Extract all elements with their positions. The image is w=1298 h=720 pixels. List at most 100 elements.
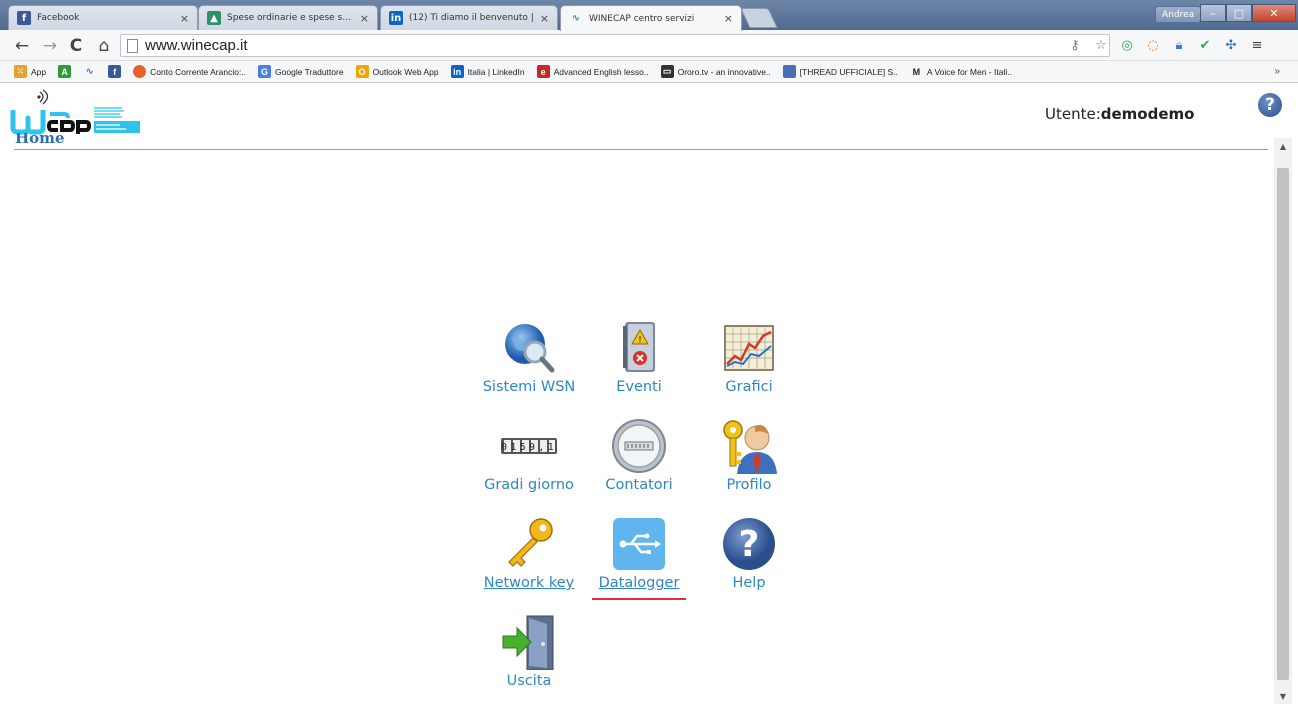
facebook-icon: f [108,65,122,78]
power-ext-icon[interactable]: ◌ [1144,36,1162,54]
close-icon[interactable]: × [360,12,369,25]
e-letter-icon: e [536,65,550,78]
bookmark-a[interactable]: A [58,65,72,78]
window-controls: – □ ✕ [1200,4,1296,22]
map-icon: ▲ [207,11,221,25]
bookmark-label: Outlook Web App [372,66,439,77]
menu-sistemi-wsn[interactable]: Sistemi WSN [474,320,584,395]
menu-label: Gradi giorno [484,477,574,493]
a-letter-icon: A [58,65,72,78]
winecap-logo [10,89,140,135]
close-window-button[interactable]: ✕ [1252,4,1296,22]
bookmark-label: [THREAD UFFICIALE] S.. [799,66,898,77]
active-underline [592,598,686,600]
page-content: Utente:demodemo ? Home ▲ ▼ Sistemi WSN !… [0,84,1298,720]
outlook-icon: O [355,65,369,78]
home-icon[interactable]: ⌂ [94,36,114,56]
scroll-thumb[interactable] [1277,168,1289,680]
tab-spese[interactable]: ▲ Spese ordinarie e spese stra × [198,5,378,30]
key-icon [508,518,553,567]
bookmark-thread[interactable]: [THREAD UFFICIALE] S.. [782,65,898,78]
bookmark-label: A Voice for Men - Itali.. [926,66,1012,77]
tab-linkedin[interactable]: in (12) Ti diamo il benvenuto | × [380,5,558,30]
close-icon[interactable]: × [540,12,549,25]
breadcrumb-home[interactable]: Home [15,133,65,147]
menu-eventi[interactable]: ! Eventi [584,320,694,395]
menu-label: Uscita [506,673,552,689]
bookmark-facebook[interactable]: f [108,65,122,78]
bug-ext-icon[interactable]: ✣ [1222,36,1240,54]
globe-search-icon [505,324,555,373]
refresh-ext-icon[interactable]: ◎ [1118,36,1136,54]
bookmark-label: Ororo.tv - an innovative.. [677,66,771,77]
menu-icon[interactable]: ≡ [1248,36,1266,54]
menu-label: Contatori [605,477,673,493]
browser-toolbar: ← → C ⌂ www.winecap.it ⚷ ☆ ◎ ◌ 🔒︎ ✔ ✣ ≡ [0,30,1298,61]
bookmark-pulse[interactable]: ∿ [83,65,96,78]
close-icon[interactable]: × [724,12,733,25]
bookmark-translate[interactable]: G Google Traduttore [258,65,344,78]
help-icon: ? [723,518,775,570]
minimize-button[interactable]: – [1200,4,1226,22]
browser-titlebar: f Facebook × ▲ Spese ordinarie e spese s… [0,0,1298,31]
bookmark-outlook[interactable]: O Outlook Web App [355,65,439,78]
user-label: Utente: [1045,105,1101,123]
key-icon[interactable]: ⚷ [1066,36,1084,54]
odometer-digits: 0159,1 [501,442,557,453]
apps-grid-icon: ⁙ [14,65,27,78]
bookmark-ororo[interactable]: ▭ Ororo.tv - an innovative.. [660,65,771,78]
bookmark-english[interactable]: e Advanced English lesso.. [536,65,649,78]
url-text[interactable]: www.winecap.it [145,37,248,54]
bookmark-label: Italia | LinkedIn [467,66,525,77]
menu-profilo[interactable]: Profilo [694,418,804,493]
reload-icon[interactable]: C [66,36,86,56]
menu-label: Network key [483,575,575,591]
user-key-icon [723,420,777,474]
pulse-icon: ∿ [85,66,94,76]
profile-badge[interactable]: Andrea [1155,6,1202,23]
user-name: demodemo [1100,105,1195,123]
vertical-scrollbar[interactable]: ▲ ▼ [1274,138,1292,704]
back-icon[interactable]: ← [12,36,32,56]
svg-text:!: ! [638,335,642,346]
menu-network-key[interactable]: Network key [474,516,584,591]
star-icon[interactable]: ☆ [1092,36,1110,54]
menu-grafici[interactable]: Grafici [694,320,804,395]
avfm-icon: M [912,66,921,77]
menu-label: Sistemi WSN [482,379,576,395]
linkedin-icon: in [450,65,464,78]
menu-uscita[interactable]: Uscita [474,614,584,689]
bookmark-label: App [31,66,47,77]
chart-icon [724,325,774,371]
user-info: Utente:demodemo [1045,105,1194,123]
bookmark-app[interactable]: ⁙ App [14,65,46,78]
help-icon[interactable]: ? [1258,93,1282,117]
bookmark-linkedin[interactable]: in Italia | LinkedIn [450,65,525,78]
maximize-button[interactable]: □ [1226,4,1252,22]
check-ext-icon[interactable]: ✔ [1196,36,1214,54]
new-tab-button[interactable] [740,8,778,28]
address-bar[interactable]: www.winecap.it [120,34,1110,57]
bookmark-label: Conto Corrente Arancio:.. [150,66,247,77]
header-divider [14,149,1268,150]
linkedin-icon: in [389,11,403,25]
forward-icon[interactable]: → [40,36,60,56]
bookmark-arancio[interactable]: Conto Corrente Arancio:.. [133,65,246,78]
thread-icon [782,65,796,78]
menu-contatori[interactable]: Contatori [584,418,694,493]
exit-door-icon [502,615,554,670]
bookmarks-more-button[interactable]: » [1274,66,1280,77]
scroll-up-arrow-icon[interactable]: ▲ [1274,138,1292,154]
tab-facebook[interactable]: f Facebook × [8,5,198,30]
close-icon[interactable]: × [180,12,189,25]
menu-datalogger[interactable]: Datalogger [584,516,694,591]
menu-help[interactable]: ? Help [694,516,804,591]
lock-ext-icon[interactable]: 🔒︎ [1170,36,1188,54]
tab-winecap[interactable]: ∿ WINECAP centro servizi × [560,5,742,31]
menu-gradi-giorno[interactable]: 0159,1 Gradi giorno [474,418,584,493]
menu-label: Help [732,575,766,591]
scroll-down-arrow-icon[interactable]: ▼ [1274,688,1292,704]
bookmark-avfm[interactable]: M A Voice for Men - Itali.. [910,65,1012,78]
tab-title: (12) Ti diamo il benvenuto | [409,13,534,23]
menu-label: Datalogger [598,575,680,591]
